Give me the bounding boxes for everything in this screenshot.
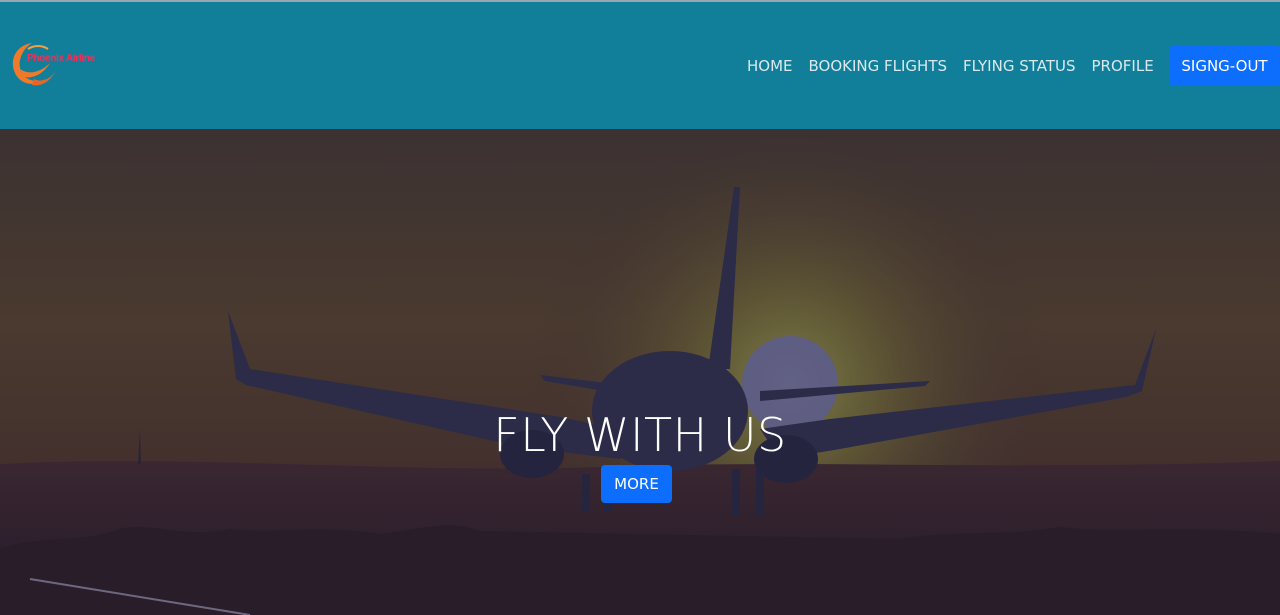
phoenix-logo-icon <box>12 43 56 86</box>
hero-title: FLY WITH US <box>493 407 787 462</box>
navbar: Phoenix Airline HOME BOOKING FLIGHTS FLY… <box>0 2 1280 129</box>
nav-booking-flights-link[interactable]: BOOKING FLIGHTS <box>809 57 948 75</box>
main-navigation: HOME BOOKING FLIGHTS FLYING STATUS PROFI… <box>747 57 1170 75</box>
brand-name: Phoenix Airline <box>27 53 95 64</box>
hero-section: FLY WITH US MORE <box>0 129 1280 615</box>
nav-home-link[interactable]: HOME <box>747 57 793 75</box>
more-button[interactable]: MORE <box>601 465 672 503</box>
signout-button[interactable]: SIGNG-OUT <box>1169 46 1280 85</box>
airplane-sunset-image <box>0 129 1280 615</box>
nav-profile-link[interactable]: PROFILE <box>1092 57 1154 75</box>
brand-logo[interactable]: Phoenix Airline <box>10 39 95 93</box>
nav-flying-status-link[interactable]: FLYING STATUS <box>963 57 1075 75</box>
